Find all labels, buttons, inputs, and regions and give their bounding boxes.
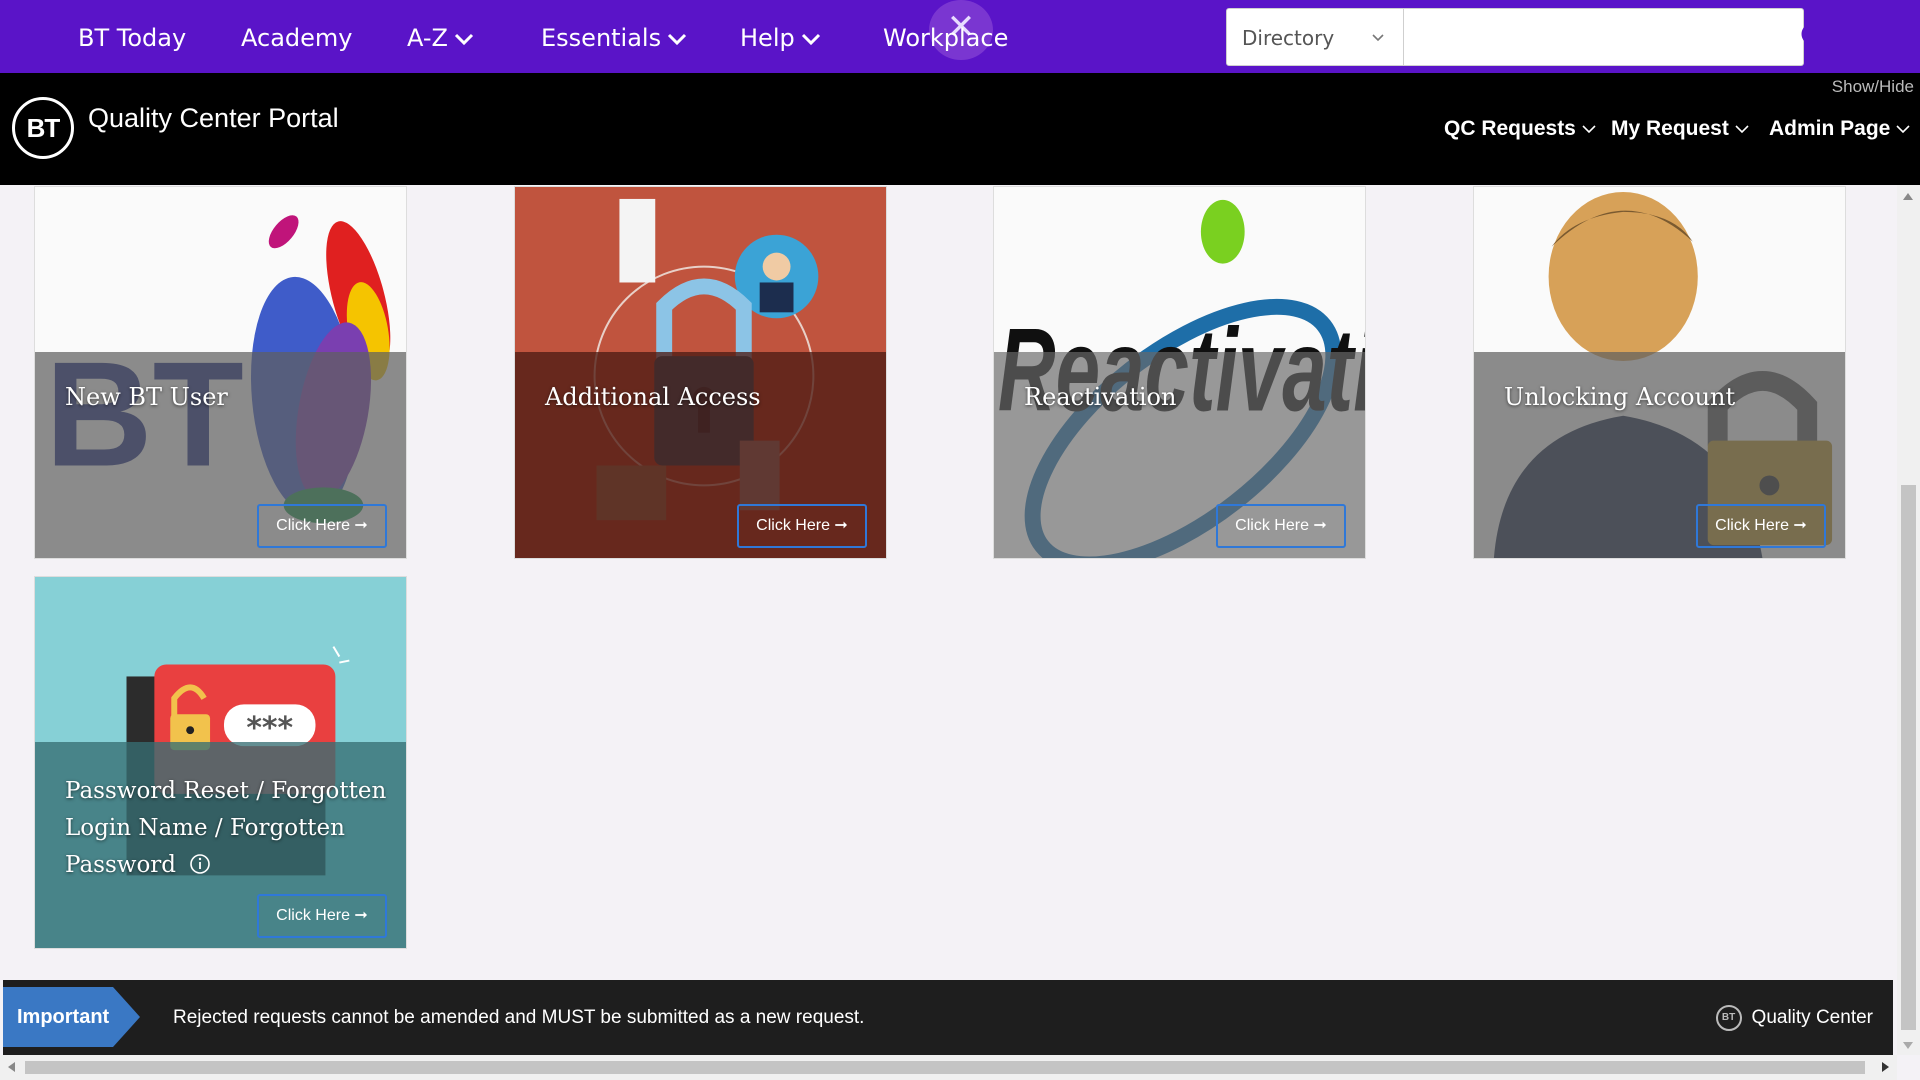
click-here-button[interactable]: Click Here ➞ bbox=[1216, 504, 1346, 548]
nav-a-z[interactable]: A-Z bbox=[407, 0, 474, 73]
nav-academy[interactable]: Academy bbox=[241, 0, 352, 73]
menu-my-request[interactable]: My Request bbox=[1611, 117, 1749, 141]
info-icon[interactable] bbox=[189, 853, 211, 875]
tile-title: New BT User bbox=[65, 383, 228, 411]
portal-header: BT Quality Center Portal Show/Hide QC Re… bbox=[0, 73, 1920, 185]
tile-title-line: Password bbox=[65, 847, 386, 884]
chevron-down-icon bbox=[1896, 125, 1910, 134]
search-scope-select[interactable]: Directory bbox=[1226, 8, 1404, 66]
nav-label: Help bbox=[740, 24, 795, 52]
nav-label: BT Today bbox=[78, 24, 187, 52]
vertical-scroll-thumb[interactable] bbox=[1901, 485, 1916, 1030]
tile-title-line: Login Name / Forgotten bbox=[65, 815, 345, 841]
nav-label: A-Z bbox=[407, 24, 448, 52]
menu-label: Admin Page bbox=[1769, 117, 1891, 140]
tile-title: Unlocking Account bbox=[1504, 383, 1736, 411]
menu-label: My Request bbox=[1611, 117, 1729, 140]
bt-logo[interactable]: BT bbox=[12, 97, 74, 159]
scroll-up-arrow-icon[interactable] bbox=[1903, 193, 1913, 200]
click-here-button[interactable]: Click Here ➞ bbox=[737, 504, 867, 548]
menu-label: QC Requests bbox=[1444, 117, 1576, 140]
nav-bt-today[interactable]: BT Today bbox=[78, 0, 186, 73]
tile-reactivation[interactable]: Reactivation Reactivation Click Here ➞ bbox=[993, 186, 1366, 559]
click-here-button[interactable]: Click Here ➞ bbox=[257, 504, 387, 548]
top-navigation-bar: BT Today Academy A-Z Essentials Help ✕ W… bbox=[0, 0, 1920, 73]
important-notice-bar: Important Rejected requests cannot be am… bbox=[3, 980, 1893, 1055]
search-input[interactable] bbox=[1404, 8, 1804, 66]
important-message: Rejected requests cannot be amended and … bbox=[173, 1007, 865, 1028]
tile-new-bt-user[interactable]: BT New BT User Click Here ➞ bbox=[34, 186, 407, 559]
scroll-left-arrow-icon[interactable] bbox=[8, 1062, 15, 1072]
important-label: Important bbox=[3, 987, 140, 1047]
nav-label: Essentials bbox=[541, 24, 662, 52]
tile-title-line: Password Reset / Forgotten bbox=[65, 778, 387, 804]
tile-title-text: Password bbox=[65, 852, 177, 878]
tile-title: Password Reset / Forgotten Login Name / … bbox=[65, 773, 386, 884]
tile-title: Reactivation bbox=[1024, 383, 1177, 411]
vertical-scrollbar[interactable] bbox=[1897, 185, 1920, 1055]
scroll-right-arrow-icon[interactable] bbox=[1882, 1062, 1889, 1072]
chevron-down-icon bbox=[1372, 34, 1384, 42]
chevron-down-icon bbox=[668, 33, 687, 46]
chevron-down-icon bbox=[1582, 125, 1596, 134]
tile-unlocking-account[interactable]: Unlocking Account Click Here ➞ bbox=[1473, 186, 1846, 559]
search-scope-value: Directory bbox=[1242, 26, 1335, 50]
search-icon[interactable] bbox=[1792, 14, 1838, 60]
nav-label: Academy bbox=[241, 24, 353, 52]
nav-essentials[interactable]: Essentials bbox=[541, 0, 687, 73]
tile-additional-access[interactable]: Additional Access Click Here ➞ bbox=[514, 186, 887, 559]
menu-qc-requests[interactable]: QC Requests bbox=[1444, 117, 1596, 141]
tile-password-reset[interactable]: *** Password Reset / Forgotten Login Nam… bbox=[34, 576, 407, 949]
portal-title[interactable]: Quality Center Portal bbox=[88, 103, 339, 134]
tile-title: Additional Access bbox=[545, 383, 761, 411]
horizontal-scrollbar[interactable] bbox=[0, 1055, 1897, 1080]
quality-center-badge[interactable]: BT Quality Center bbox=[1715, 980, 1873, 1055]
chevron-down-icon bbox=[1735, 125, 1749, 134]
scroll-down-arrow-icon[interactable] bbox=[1903, 1042, 1913, 1049]
horizontal-scroll-thumb[interactable] bbox=[25, 1061, 1865, 1074]
chevron-down-icon bbox=[801, 33, 820, 46]
quality-center-label: Quality Center bbox=[1751, 1007, 1873, 1028]
show-hide-toggle[interactable]: Show/Hide bbox=[1832, 77, 1914, 97]
menu-admin-page[interactable]: Admin Page bbox=[1769, 117, 1910, 141]
click-here-button[interactable]: Click Here ➞ bbox=[257, 894, 387, 938]
password-art-text: *** bbox=[246, 711, 293, 746]
nav-workplace[interactable]: Workplace bbox=[883, 0, 1008, 73]
nav-label: Workplace bbox=[883, 24, 1009, 52]
bt-mini-logo: BT bbox=[1715, 1004, 1742, 1031]
click-here-button[interactable]: Click Here ➞ bbox=[1696, 504, 1826, 548]
chevron-down-icon bbox=[454, 33, 474, 46]
nav-help[interactable]: Help bbox=[740, 0, 821, 73]
